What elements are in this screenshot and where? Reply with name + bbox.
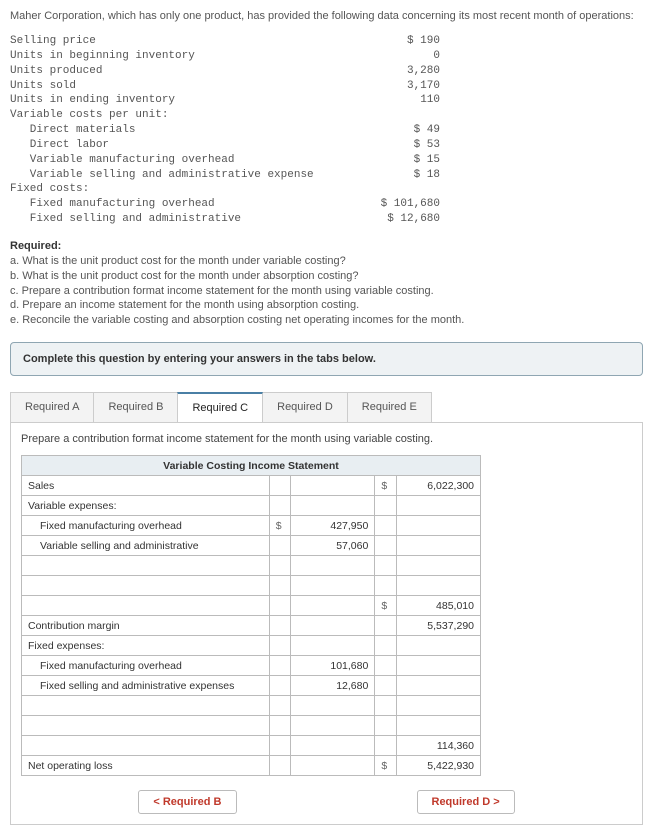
op-data-label: Units in ending inventory — [10, 93, 350, 108]
op-data-row: Units produced3,280 — [10, 64, 643, 79]
op-data-label: Direct materials — [10, 123, 350, 138]
op-data-label: Variable costs per unit: — [10, 108, 350, 123]
op-data-value: $ 53 — [350, 138, 440, 153]
required-header: Required: — [10, 240, 61, 252]
required-item-d: d. Prepare an income statement for the m… — [10, 299, 359, 311]
tab-required-d[interactable]: Required D — [262, 392, 348, 422]
op-data-row: Direct labor$ 53 — [10, 138, 643, 153]
cell-label[interactable]: Sales — [22, 476, 270, 496]
row-fixed-subtotal[interactable]: 114,360 — [22, 736, 481, 756]
op-data-value: $ 15 — [350, 153, 440, 168]
cell-val[interactable]: 6,022,300 — [396, 476, 480, 496]
row-blank-1[interactable] — [22, 556, 481, 576]
op-data-label: Fixed manufacturing overhead — [10, 197, 350, 212]
tab-panel-c: Prepare a contribution format income sta… — [10, 422, 643, 825]
problem-intro: Maher Corporation, which has only one pr… — [10, 10, 643, 22]
op-data-value: 3,170 — [350, 79, 440, 94]
op-data-value: $ 190 — [350, 34, 440, 49]
op-data-label: Variable manufacturing overhead — [10, 153, 350, 168]
op-data-label: Units in beginning inventory — [10, 49, 350, 64]
op-data-label: Variable selling and administrative expe… — [10, 168, 350, 183]
tab-required-b[interactable]: Required B — [93, 392, 178, 422]
instruction-text: Complete this question by entering your … — [23, 353, 376, 365]
op-data-row: Units in ending inventory110 — [10, 93, 643, 108]
row-fmo2[interactable]: Fixed manufacturing overhead 101,680 — [22, 656, 481, 676]
op-data-row: Fixed costs: — [10, 182, 643, 197]
op-data-label: Fixed selling and administrative — [10, 212, 350, 227]
op-data-row: Fixed manufacturing overhead$ 101,680 — [10, 197, 643, 212]
tab-required-a[interactable]: Required A — [10, 392, 94, 422]
cell-val[interactable]: 5,537,290 — [396, 616, 480, 636]
cell-val[interactable] — [290, 476, 374, 496]
required-item-c: c. Prepare a contribution format income … — [10, 285, 434, 297]
cell-val[interactable]: 101,680 — [290, 656, 374, 676]
row-net-operating-loss[interactable]: Net operating loss $ 5,422,930 — [22, 756, 481, 776]
panel-prompt: Prepare a contribution format income sta… — [21, 433, 632, 445]
row-fixed-expenses-header[interactable]: Fixed expenses: — [22, 636, 481, 656]
required-item-a: a. What is the unit product cost for the… — [10, 255, 346, 267]
row-sales[interactable]: Sales $ 6,022,300 — [22, 476, 481, 496]
cell-val[interactable]: 114,360 — [396, 736, 480, 756]
op-data-value: $ 12,680 — [350, 212, 440, 227]
op-data-value: $ 101,680 — [350, 197, 440, 212]
op-data-value: 110 — [350, 93, 440, 108]
op-data-value — [350, 108, 440, 123]
cell-label[interactable]: Net operating loss — [22, 756, 270, 776]
required-item-b: b. What is the unit product cost for the… — [10, 270, 359, 282]
cell-label[interactable]: Fixed manufacturing overhead — [22, 516, 270, 536]
cell-label[interactable]: Contribution margin — [22, 616, 270, 636]
cell-cur[interactable] — [269, 476, 290, 496]
row-blank-4[interactable] — [22, 716, 481, 736]
row-fmo[interactable]: Fixed manufacturing overhead $ 427,950 — [22, 516, 481, 536]
op-data-label: Fixed costs: — [10, 182, 350, 197]
op-data-row: Units in beginning inventory0 — [10, 49, 643, 64]
op-data-value: 0 — [350, 49, 440, 64]
cell-val[interactable]: 427,950 — [290, 516, 374, 536]
cell-cur[interactable]: $ — [269, 516, 290, 536]
op-data-value: 3,280 — [350, 64, 440, 79]
income-statement-table: Variable Costing Income Statement Sales … — [21, 455, 481, 776]
cell-label[interactable]: Fixed manufacturing overhead — [22, 656, 270, 676]
nav-buttons: < Required B Required D > — [21, 790, 632, 814]
op-data-value: $ 18 — [350, 168, 440, 183]
cell-cur[interactable]: $ — [375, 476, 396, 496]
op-data-row: Fixed selling and administrative$ 12,680 — [10, 212, 643, 227]
cell-val[interactable]: 12,680 — [290, 676, 374, 696]
next-button[interactable]: Required D > — [417, 790, 515, 814]
cell-label[interactable]: Fixed expenses: — [22, 636, 270, 656]
op-data-row: Variable selling and administrative expe… — [10, 168, 643, 183]
row-vsa[interactable]: Variable selling and administrative 57,0… — [22, 536, 481, 556]
tab-required-c[interactable]: Required C — [177, 392, 263, 422]
cell-val[interactable]: 57,060 — [290, 536, 374, 556]
op-data-label: Units sold — [10, 79, 350, 94]
row-blank-2[interactable] — [22, 576, 481, 596]
op-data-value: $ 49 — [350, 123, 440, 138]
prev-button[interactable]: < Required B — [138, 790, 236, 814]
operations-data-table: Selling price$ 190Units in beginning inv… — [10, 34, 643, 227]
op-data-row: Units sold3,170 — [10, 79, 643, 94]
required-item-e: e. Reconcile the variable costing and ab… — [10, 314, 464, 326]
statement-header: Variable Costing Income Statement — [22, 456, 481, 476]
op-data-label: Units produced — [10, 64, 350, 79]
op-data-row: Selling price$ 190 — [10, 34, 643, 49]
op-data-label: Selling price — [10, 34, 350, 49]
instruction-box: Complete this question by entering your … — [10, 342, 643, 376]
cell-label[interactable]: Variable expenses: — [22, 496, 270, 516]
cell-label[interactable]: Fixed selling and administrative expense… — [22, 676, 270, 696]
row-variable-expenses-header[interactable]: Variable expenses: — [22, 496, 481, 516]
tabs-row: Required A Required B Required C Require… — [10, 392, 643, 422]
op-data-value — [350, 182, 440, 197]
required-block: Required: a. What is the unit product co… — [10, 239, 643, 328]
op-data-row: Variable manufacturing overhead$ 15 — [10, 153, 643, 168]
op-data-row: Variable costs per unit: — [10, 108, 643, 123]
cell-cur[interactable]: $ — [375, 756, 396, 776]
op-data-row: Direct materials$ 49 — [10, 123, 643, 138]
row-fsa[interactable]: Fixed selling and administrative expense… — [22, 676, 481, 696]
row-contribution-margin[interactable]: Contribution margin 5,537,290 — [22, 616, 481, 636]
op-data-label: Direct labor — [10, 138, 350, 153]
cell-label[interactable]: Variable selling and administrative — [22, 536, 270, 556]
cell-val[interactable]: 5,422,930 — [396, 756, 480, 776]
tab-required-e[interactable]: Required E — [347, 392, 432, 422]
row-blank-3[interactable] — [22, 696, 481, 716]
